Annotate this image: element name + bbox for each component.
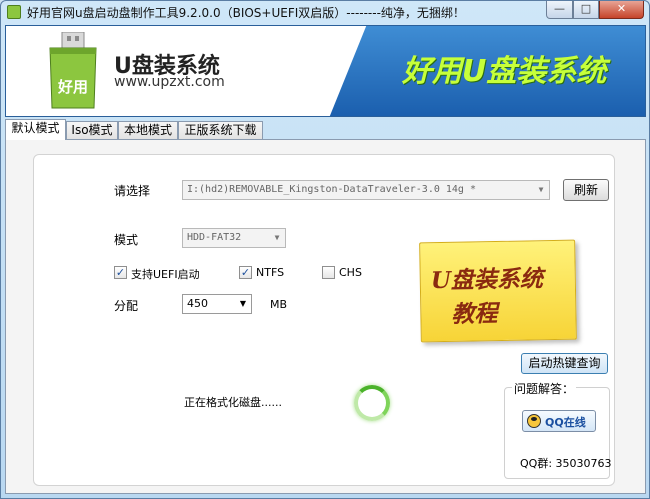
usb-drive-logo-icon: 好用 [49, 32, 97, 109]
title-bar: 好用官网u盘启动盘制作工具9.2.0.0（BIOS+UEFI双启版）------… [1, 1, 649, 23]
chs-label: CHS [339, 266, 362, 279]
app-window: 好用官网u盘启动盘制作工具9.2.0.0（BIOS+UEFI双启版）------… [0, 0, 650, 499]
maximize-button[interactable]: □ [573, 1, 599, 19]
hotkey-query-button[interactable]: 启动热键查询 [521, 353, 608, 374]
chevron-down-icon: ▼ [239, 299, 247, 308]
loading-spinner-icon [354, 385, 390, 421]
mode-label: 模式 [114, 233, 139, 247]
tab-panel: 请选择 I:(hd2)REMOVABLE_Kingston-DataTravel… [5, 139, 646, 494]
close-button[interactable]: ✕ [599, 1, 644, 19]
tutorial-title: U盘装系统 [430, 265, 544, 295]
ntfs-checkbox[interactable]: ✓ [239, 266, 252, 279]
tab-default-mode[interactable]: 默认模式 [5, 119, 66, 140]
svg-text:好用: 好用 [57, 78, 88, 96]
chs-checkbox[interactable] [322, 266, 335, 279]
device-select[interactable]: I:(hd2)REMOVABLE_Kingston-DataTraveler-3… [182, 180, 550, 200]
ntfs-label: NTFS [256, 266, 285, 279]
tutorial-subtitle: 教程 [451, 300, 498, 328]
uefi-label: 支持UEFI启动 [131, 268, 200, 281]
minimize-button[interactable]: — [546, 1, 573, 19]
refresh-button[interactable]: 刷新 [563, 179, 609, 201]
qa-title: 问题解答： [512, 380, 577, 397]
qq-penguin-icon [527, 414, 541, 428]
tab-local-mode[interactable]: 本地模式 [118, 121, 178, 139]
tab-genuine-download[interactable]: 正版系统下载 [178, 121, 263, 139]
banner-slogan: 好用U盘装系统 [402, 54, 607, 89]
uefi-checkbox[interactable]: ✓ [114, 266, 127, 279]
qq-online-label: QQ在线 [545, 416, 586, 429]
qq-online-button[interactable]: QQ在线 [522, 410, 596, 432]
tutorial-banner[interactable]: U盘装系统 教程 [419, 239, 577, 343]
settings-card: 请选择 I:(hd2)REMOVABLE_Kingston-DataTravel… [33, 154, 615, 486]
qq-group-number: QQ群: 35030763 [520, 457, 612, 470]
chevron-down-icon: ▼ [538, 185, 544, 194]
usb-drive-icon [7, 5, 21, 19]
partition-label: 分配 [114, 299, 139, 313]
partition-size-select[interactable]: 450 ▼ [182, 294, 252, 314]
tab-iso-mode[interactable]: Iso模式 [66, 121, 118, 139]
status-text: 正在格式化磁盘...... [184, 396, 282, 409]
chevron-down-icon: ▼ [274, 233, 280, 242]
mode-select[interactable]: HDD-FAT32 ▼ [182, 228, 286, 248]
header-banner: 好用 U盘装系统 www.upzxt.com 好用U盘装系统 [5, 25, 646, 117]
window-title: 好用官网u盘启动盘制作工具9.2.0.0（BIOS+UEFI双启版）------… [27, 6, 465, 20]
partition-unit: MB [270, 298, 288, 311]
select-device-label: 请选择 [114, 184, 151, 198]
brand-url: www.upzxt.com [114, 74, 225, 90]
